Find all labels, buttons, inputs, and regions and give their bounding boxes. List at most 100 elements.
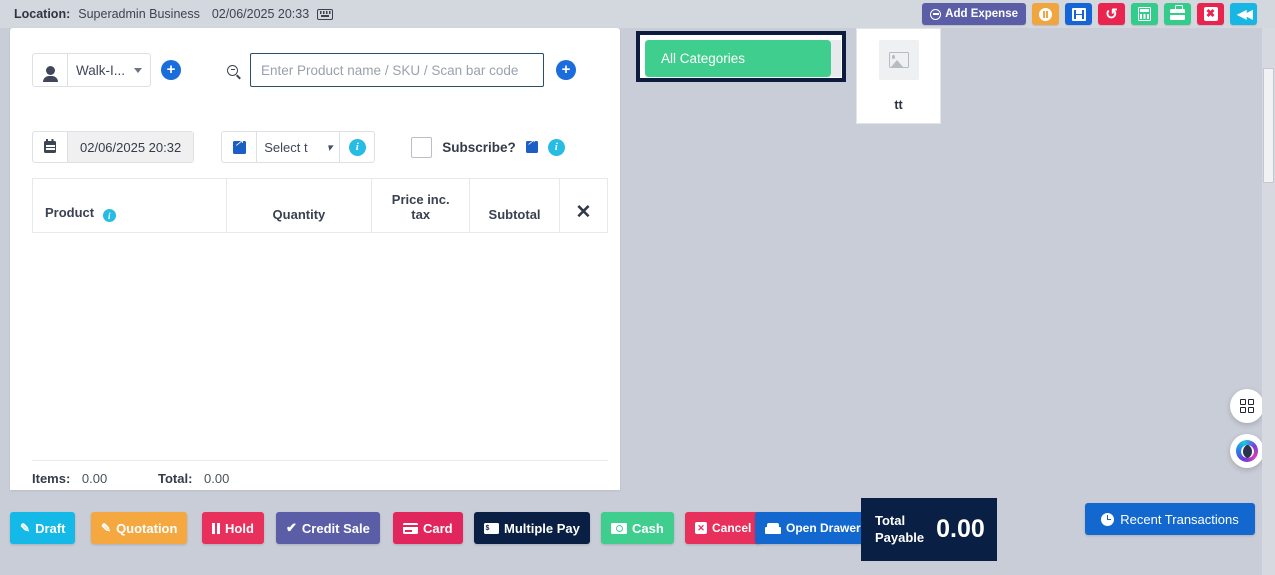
- pause-bars-icon: [212, 522, 220, 534]
- subscribe-info-icon[interactable]: i: [547, 138, 565, 156]
- subscribe-label: Subscribe?: [442, 139, 516, 155]
- chevron-down-icon: ▾: [326, 141, 333, 154]
- total-payable-label-line2: Payable: [875, 529, 925, 545]
- register-button[interactable]: [1164, 3, 1191, 25]
- total-payable-value: 0.00: [936, 515, 985, 543]
- clear-all-icon: ✕: [575, 202, 592, 223]
- product-card[interactable]: tt: [856, 28, 941, 124]
- draft-button[interactable]: ✎ Draft: [10, 512, 76, 544]
- product-search-group: +: [227, 53, 576, 87]
- column-price-inc-tax: Price inc. tax: [371, 178, 471, 233]
- calculator-button[interactable]: [1131, 3, 1158, 25]
- cart-table: Product i Quantity Price inc. tax Subtot…: [32, 178, 608, 233]
- category-scroll-area[interactable]: All Categories: [645, 40, 841, 77]
- total-value: 0.00: [204, 471, 230, 486]
- calendar-icon: [33, 132, 68, 162]
- close-box-icon: ✖: [1203, 7, 1218, 21]
- search-input[interactable]: [250, 53, 544, 87]
- save-button[interactable]: [1065, 3, 1092, 25]
- add-product-button[interactable]: +: [556, 60, 576, 80]
- pause-button[interactable]: [1032, 3, 1059, 25]
- customer-dropdown[interactable]: Walk-I...: [68, 54, 150, 86]
- location-label: Location:: [14, 7, 71, 21]
- all-categories-label: All Categories: [661, 51, 746, 66]
- type-select-group[interactable]: Select t ▾ i: [221, 131, 376, 163]
- recent-transactions-label: Recent Transactions: [1120, 511, 1239, 527]
- assistant-bot-icon: [1236, 440, 1258, 462]
- open-drawer-label: Open Drawer: [786, 521, 861, 535]
- column-quantity: Quantity: [226, 178, 373, 233]
- credit-sale-button[interactable]: ✔ Credit Sale: [276, 512, 380, 544]
- edit-icon: ✎: [20, 521, 31, 535]
- product-info-icon[interactable]: i: [102, 209, 116, 222]
- assistant-fab[interactable]: [1230, 434, 1264, 468]
- collapse-button[interactable]: ◀◀: [1230, 3, 1257, 25]
- person-icon: [33, 54, 68, 86]
- card-label: Card: [423, 520, 453, 536]
- add-expense-button[interactable]: Add Expense: [922, 3, 1026, 25]
- briefcase-icon: [1170, 5, 1185, 20]
- customer-value: Walk-I...: [76, 62, 125, 78]
- subscribe-group: Subscribe? i: [411, 136, 565, 158]
- cash-button[interactable]: Cash: [601, 512, 674, 544]
- cancel-label: Cancel: [712, 521, 752, 535]
- magnifier-icon: [227, 64, 238, 76]
- image-placeholder-icon: [878, 40, 919, 80]
- customer-and-search-row: Walk-I... + +: [32, 53, 576, 87]
- add-expense-label: Add Expense: [945, 8, 1018, 20]
- items-value: 0.00: [81, 471, 108, 486]
- card-button[interactable]: Card: [393, 512, 463, 544]
- page-scrollbar-thumb[interactable]: [1263, 68, 1274, 183]
- check-icon: ✔: [286, 520, 297, 535]
- edit-icon: ✎: [101, 521, 112, 535]
- all-categories-button[interactable]: All Categories: [645, 40, 831, 77]
- items-label: Items:: [32, 471, 71, 486]
- total-payable-label: Total Payable: [875, 513, 924, 546]
- type-info-icon[interactable]: i: [339, 132, 374, 162]
- column-price-line2: tax: [411, 207, 431, 222]
- apps-grid-fab[interactable]: [1230, 389, 1264, 423]
- subscribe-expand-icon[interactable]: [525, 137, 538, 153]
- hold-label: Hold: [225, 520, 254, 536]
- cash-icon: [611, 522, 627, 534]
- transaction-date-value: 02/06/2025 20:32: [68, 132, 194, 162]
- grid-apps-icon: [1239, 398, 1255, 414]
- page-scrollbar-track[interactable]: [1262, 28, 1275, 575]
- multiple-pay-button[interactable]: $ Multiple Pay: [474, 512, 590, 544]
- current-datetime: 02/06/2025 20:33: [211, 7, 310, 21]
- close-box-icon: ✕: [695, 522, 707, 534]
- items-total: Items: 0.00: [32, 471, 158, 486]
- quotation-label: Quotation: [116, 520, 178, 536]
- floppy-save-icon: [1071, 7, 1086, 21]
- recent-transactions-button[interactable]: Recent Transactions: [1085, 503, 1255, 535]
- total-label: Total:: [158, 471, 193, 486]
- column-product-label: Product: [45, 204, 95, 220]
- type-dropdown[interactable]: Select t ▾: [257, 132, 339, 162]
- clear-all-button[interactable]: ✕: [559, 178, 608, 233]
- subscribe-checkbox[interactable]: [411, 136, 433, 158]
- column-subtotal: Subtotal: [469, 178, 561, 233]
- hold-button[interactable]: Hold: [202, 512, 264, 544]
- add-customer-button[interactable]: +: [161, 60, 181, 80]
- product-name: tt: [894, 98, 903, 112]
- customer-selector[interactable]: Walk-I...: [32, 53, 151, 87]
- pos-panel: Walk-I... + + 02/06/2025 20:32 Select t …: [10, 28, 620, 490]
- keyboard-icon[interactable]: [317, 8, 334, 20]
- calculator-icon: [1138, 7, 1151, 21]
- cart-table-header-row: Product i Quantity Price inc. tax Subtot…: [32, 178, 608, 233]
- close-button[interactable]: ✖: [1197, 3, 1224, 25]
- money-icon: $: [484, 522, 499, 534]
- minus-circle-icon: [930, 8, 942, 20]
- quotation-button[interactable]: ✎ Quotation: [91, 512, 188, 544]
- open-drawer-button[interactable]: Open Drawer: [755, 512, 871, 544]
- date-and-options-row: 02/06/2025 20:32 Select t ▾ i Subscribe?…: [32, 131, 565, 163]
- reset-button[interactable]: ↺: [1098, 3, 1125, 25]
- expand-icon[interactable]: [222, 132, 258, 162]
- multiple-pay-label: Multiple Pay: [504, 520, 580, 536]
- cancel-button[interactable]: ✕ Cancel: [685, 512, 762, 544]
- transaction-date-field[interactable]: 02/06/2025 20:32: [32, 131, 195, 163]
- column-product: Product i: [32, 178, 227, 233]
- credit-sale-label: Credit Sale: [301, 520, 370, 536]
- order-total: Total: 0.00: [158, 471, 229, 486]
- total-payable-label-line1: Total: [875, 513, 906, 529]
